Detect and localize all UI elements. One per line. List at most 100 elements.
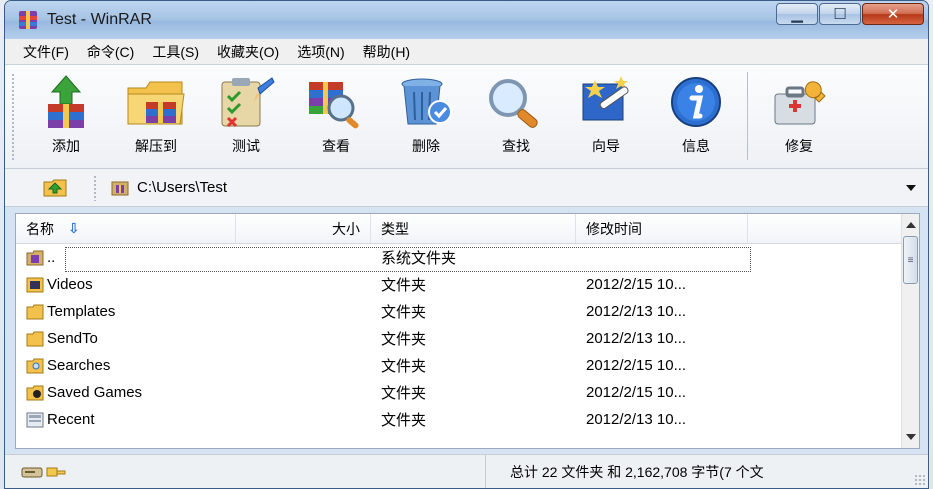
file-list: 名称 ⇩ 大小 类型 修改时间 .. 系统文件夹 Videos 文件夹 2012… (15, 213, 920, 449)
test-icon (221, 77, 275, 128)
wizard-button[interactable]: 向导 (561, 68, 651, 168)
view-icon (309, 82, 359, 129)
menu-bar: 文件(F) 命令(C) 工具(S) 收藏夹(O) 选项(N) 帮助(H) (5, 39, 928, 65)
file-type: 文件夹 (381, 358, 427, 375)
column-header-name[interactable]: 名称 ⇩ (16, 214, 236, 243)
file-modified: 2012/2/13 10... (586, 330, 687, 347)
file-modified: 2012/2/13 10... (586, 303, 687, 320)
file-type: 文件夹 (381, 412, 427, 429)
file-name: Saved Games (47, 384, 143, 401)
folder-icon (26, 331, 44, 346)
toolbar-grip[interactable] (11, 73, 15, 161)
delete-label: 删除 (412, 138, 440, 154)
menu-options[interactable]: 选项(N) (297, 42, 344, 62)
view-button[interactable]: 查看 (291, 68, 381, 168)
scroll-thumb[interactable]: ≡ (903, 236, 918, 284)
column-name-label: 名称 (26, 220, 54, 237)
extract-to-button[interactable]: 解压到 (111, 68, 201, 168)
add-label: 添加 (52, 138, 80, 154)
column-header-empty (748, 214, 899, 243)
key-icon (46, 467, 66, 476)
column-size-label: 大小 (332, 220, 360, 237)
close-button[interactable]: ✕ (862, 3, 924, 25)
column-header-type[interactable]: 类型 (371, 214, 576, 243)
file-name: Searches (47, 357, 111, 374)
list-row-templates[interactable]: Templates 文件夹 2012/2/13 10... (16, 298, 919, 325)
list-row-sendto[interactable]: SendTo 文件夹 2012/2/13 10... (16, 325, 919, 352)
file-modified: 2012/2/15 10... (586, 384, 687, 401)
test-label: 测试 (232, 138, 260, 154)
sort-down-arrow-icon: ⇩ (68, 220, 80, 236)
list-row-parent[interactable]: .. 系统文件夹 (16, 244, 919, 271)
column-header-modified[interactable]: 修改时间 (576, 214, 748, 243)
minimize-button[interactable]: ▁ (776, 3, 818, 25)
maximize-button[interactable]: ☐ (819, 3, 861, 25)
videos-folder-icon (26, 277, 44, 292)
file-type: 文件夹 (381, 331, 427, 348)
menu-tools[interactable]: 工具(S) (152, 42, 199, 62)
menu-file[interactable]: 文件(F) (23, 42, 69, 62)
up-folder-button[interactable] (41, 177, 69, 199)
file-name: .. (47, 249, 56, 266)
file-modified: 2012/2/13 10... (586, 411, 687, 428)
repair-button[interactable]: 修复 (754, 68, 844, 168)
list-row-recent[interactable]: Recent 文件夹 2012/2/13 10... (16, 406, 919, 433)
scroll-up-icon[interactable] (906, 222, 916, 228)
list-row-searches[interactable]: Searches 文件夹 2012/2/15 10... (16, 352, 919, 379)
file-name: SendTo (47, 330, 98, 347)
menu-help[interactable]: 帮助(H) (363, 42, 410, 62)
title-bar[interactable]: Test - WinRAR ▁ ☐ ✕ (5, 1, 928, 39)
menu-favorites[interactable]: 收藏夹(O) (217, 42, 279, 62)
file-modified: 2012/2/15 10... (586, 357, 687, 374)
address-dropdown-icon[interactable] (906, 185, 916, 191)
column-modified-label: 修改时间 (586, 220, 642, 237)
wizard-icon (582, 76, 629, 121)
winrar-window: Test - WinRAR ▁ ☐ ✕ 文件(F) 命令(C) 工具(S) 收藏… (4, 0, 929, 489)
up-folder-icon (43, 179, 67, 196)
find-icon (489, 79, 538, 128)
list-row-videos[interactable]: Videos 文件夹 2012/2/15 10... (16, 271, 919, 298)
parent-folder-icon (26, 250, 44, 265)
vertical-scrollbar[interactable]: ≡ (901, 214, 919, 448)
recent-folder-icon (26, 412, 44, 427)
file-type: 文件夹 (381, 277, 427, 294)
close-icon: ✕ (886, 6, 900, 23)
status-text: 总计 22 文件夹 和 2,162,708 字节(7 个文 (485, 455, 895, 488)
test-button[interactable]: 测试 (201, 68, 291, 168)
maximize-icon: ☐ (833, 6, 847, 23)
info-icon (671, 77, 721, 127)
resize-grip[interactable] (914, 474, 926, 486)
delete-icon (401, 78, 452, 125)
drive-icon (21, 467, 43, 477)
add-button[interactable]: 添加 (21, 68, 111, 168)
delete-button[interactable]: 删除 (381, 68, 471, 168)
file-modified: 2012/2/15 10... (586, 276, 687, 293)
find-button[interactable]: 查找 (471, 68, 561, 168)
address-bar: C:\Users\Test (5, 169, 928, 207)
view-label: 查看 (322, 138, 350, 154)
info-button[interactable]: 信息 (651, 68, 741, 168)
status-bar: 总计 22 文件夹 和 2,162,708 字节(7 个文 (5, 454, 928, 488)
file-name: Videos (47, 276, 93, 293)
window-title: Test - WinRAR (47, 11, 152, 28)
toolbar: 添加 解压到 测试 查看 删除 查找 向导 信息 修复 (5, 65, 928, 169)
info-label: 信息 (682, 138, 710, 154)
menu-commands[interactable]: 命令(C) (87, 42, 134, 62)
list-row-saved-games[interactable]: Saved Games 文件夹 2012/2/15 10... (16, 379, 919, 406)
add-archive-icon (48, 75, 84, 128)
address-path[interactable]: C:\Users\Test (111, 179, 227, 197)
toolbar-separator (747, 72, 748, 160)
saved-games-folder-icon (26, 385, 44, 400)
column-header-row: 名称 ⇩ 大小 类型 修改时间 (16, 214, 919, 244)
extract-to-label: 解压到 (135, 138, 177, 154)
column-header-size[interactable]: 大小 (236, 214, 371, 243)
file-type: 文件夹 (381, 385, 427, 402)
file-type: 文件夹 (381, 304, 427, 321)
winrar-app-icon (17, 9, 39, 31)
file-name: Templates (47, 303, 116, 320)
address-grip[interactable] (93, 174, 97, 201)
file-name: Recent (47, 411, 95, 428)
address-path-text: C:\Users\Test (137, 179, 228, 196)
scroll-down-icon[interactable] (906, 434, 916, 440)
file-type: 系统文件夹 (381, 250, 457, 267)
